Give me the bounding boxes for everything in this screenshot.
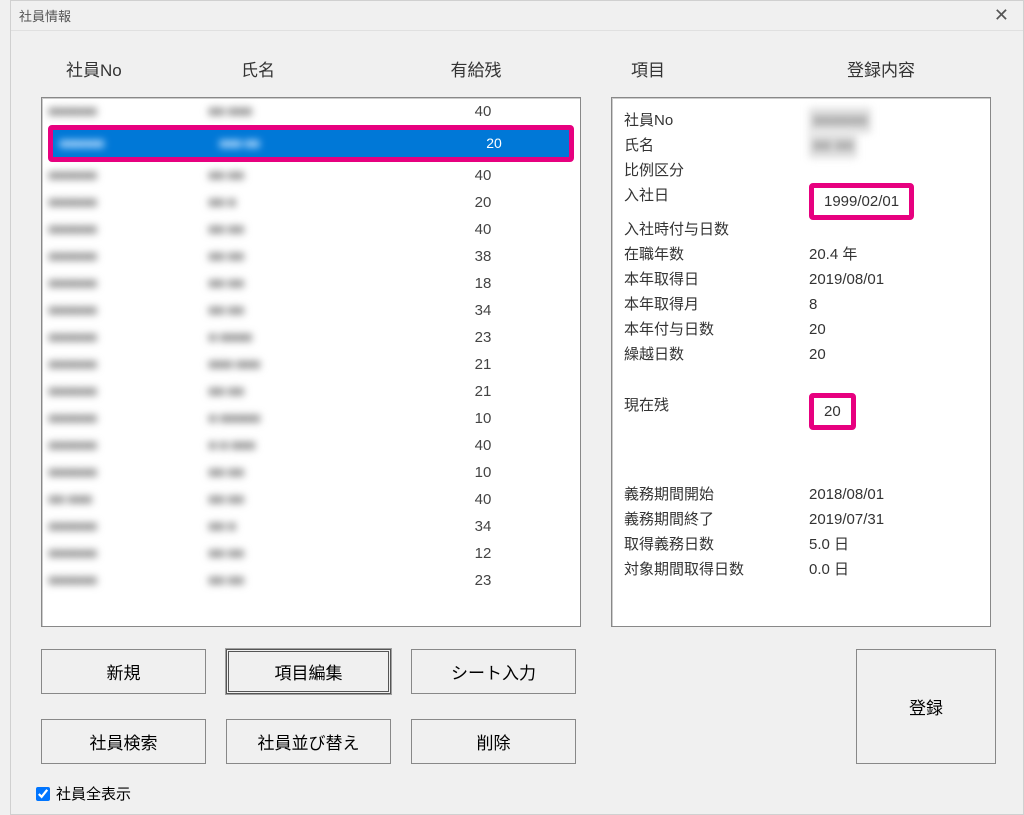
list-row-selected[interactable]: ■■■■■■■■■ ■■20: [53, 130, 569, 157]
close-icon[interactable]: ✕: [988, 5, 1015, 26]
employee-info-dialog: 社員情報 ✕ 社員No 氏名 有給残 ■■■■■■■■ ■■■40■■■■■■■…: [10, 0, 1024, 815]
employee-listbox[interactable]: ■■■■■■■■ ■■■40 ■■■■■■■■■ ■■20 ■■■■■■■■ ■■4…: [41, 97, 581, 627]
detail-prop: 比例区分: [624, 158, 978, 183]
list-row[interactable]: ■■■■■■■ ■■■■■10: [42, 405, 580, 432]
list-row[interactable]: ■■ ■■■■■ ■■40: [42, 486, 580, 513]
item-edit-button[interactable]: 項目編集: [226, 649, 391, 694]
list-row[interactable]: ■■■■■■■■ ■■40: [42, 162, 580, 189]
list-row[interactable]: ■■■■■■■■ ■■12: [42, 540, 580, 567]
remain-highlight: 20: [809, 393, 856, 430]
list-row[interactable]: ■■■■■■■ ■ ■■■40: [42, 432, 580, 459]
header-item: 項目: [611, 56, 781, 81]
show-all-label: 社員全表示: [56, 783, 131, 804]
list-row[interactable]: ■■■■■■■■ ■■10: [42, 459, 580, 486]
detail-takendays: 対象期間取得日数 0.0 日: [624, 557, 978, 582]
header-name: 氏名: [201, 56, 396, 81]
detail-dutystart: 義務期間開始 2018/08/01: [624, 482, 978, 507]
list-row[interactable]: ■■■■■■■■ ■■21: [42, 378, 580, 405]
titlebar: 社員情報 ✕: [11, 1, 1023, 31]
header-paid: 有給残: [396, 56, 556, 81]
detail-dutyend: 義務期間終了 2019/07/31: [624, 507, 978, 532]
detail-granted: 本年付与日数 20: [624, 317, 978, 342]
list-row[interactable]: ■■■■■■■■ ■20: [42, 189, 580, 216]
register-button[interactable]: 登録: [856, 649, 996, 764]
list-row[interactable]: ■■■■■■■■ ■■40: [42, 216, 580, 243]
detail-panel: 社員No ■■■■■■ 氏名 ■■ ■■ 比例区分 入社日 1999/02/01…: [611, 97, 991, 627]
new-button[interactable]: 新規: [41, 649, 206, 694]
list-row[interactable]: ■■■■■■■■ ■■38: [42, 243, 580, 270]
list-headers: 社員No 氏名 有給残: [41, 56, 591, 81]
list-row[interactable]: ■■■■■■■■ ■■23: [42, 567, 580, 594]
delete-button[interactable]: 削除: [411, 719, 576, 764]
detail-acqmonth: 本年取得月 8: [624, 292, 978, 317]
sheet-input-button[interactable]: シート入力: [411, 649, 576, 694]
header-empno: 社員No: [41, 56, 201, 81]
list-row[interactable]: ■■■■■■■■ ■■18: [42, 270, 580, 297]
detail-hired: 入社日 1999/02/01: [624, 183, 978, 217]
window-title: 社員情報: [19, 6, 71, 25]
detail-empno: 社員No ■■■■■■: [624, 108, 978, 133]
detail-dutydays: 取得義務日数 5.0 日: [624, 532, 978, 557]
list-row[interactable]: ■■■■■■■ ■■■■23: [42, 324, 580, 351]
detail-acqdate: 本年取得日 2019/08/01: [624, 267, 978, 292]
list-row[interactable]: ■■■■■■■■■ ■■■21: [42, 351, 580, 378]
list-row[interactable]: ■■■■■■■■ ■■■40: [42, 98, 580, 125]
employee-sort-button[interactable]: 社員並び替え: [226, 719, 391, 764]
list-row[interactable]: ■■■■■■■■ ■■34: [42, 297, 580, 324]
selected-row-highlight: ■■■■■■■■■ ■■20: [48, 125, 574, 162]
employee-search-button[interactable]: 社員検索: [41, 719, 206, 764]
detail-years: 在職年数 20.4 年: [624, 242, 978, 267]
list-row[interactable]: ■■■■■■■■ ■34: [42, 513, 580, 540]
hired-date-highlight: 1999/02/01: [809, 183, 914, 220]
detail-hireddays: 入社時付与日数: [624, 217, 978, 242]
detail-headers: 項目 登録内容: [611, 56, 1001, 81]
show-all-checkbox[interactable]: 社員全表示: [36, 783, 131, 804]
detail-carryover: 繰越日数 20: [624, 342, 978, 367]
header-regcontent: 登録内容: [781, 56, 981, 81]
detail-remain: 現在残 20: [624, 393, 978, 427]
detail-name: 氏名 ■■ ■■: [624, 133, 978, 158]
show-all-checkbox-input[interactable]: [36, 787, 50, 801]
